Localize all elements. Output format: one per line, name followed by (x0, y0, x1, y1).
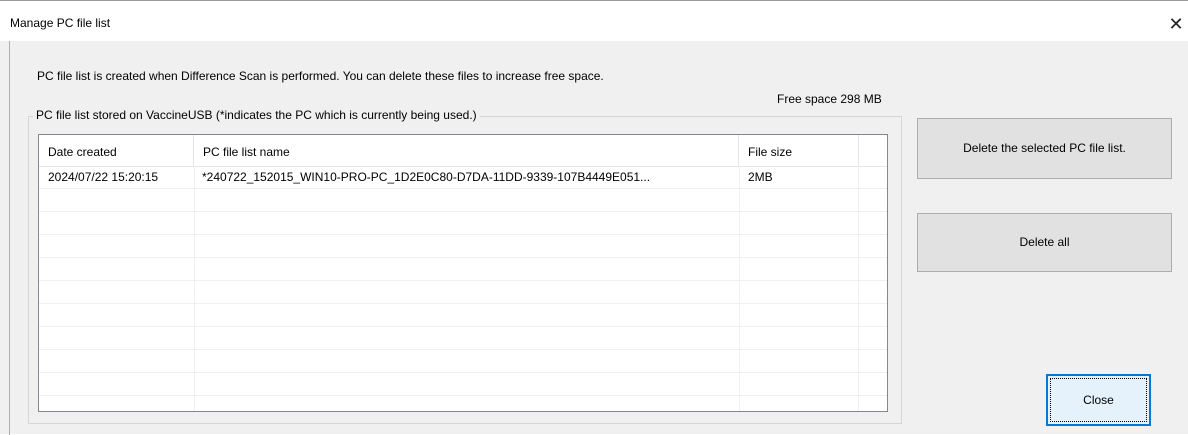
column-header-file-list-name[interactable]: PC file list name (194, 135, 739, 166)
title-bar: Manage PC file list ✕ (0, 1, 1188, 41)
empty-row (39, 189, 887, 212)
empty-row (39, 281, 887, 304)
info-text: PC file list is created when Difference … (37, 69, 604, 83)
table-row[interactable]: 2024/07/22 15:20:15 *240722_152015_WIN10… (39, 166, 887, 189)
cell-file-list-name: *240722_152015_WIN10-PRO-PC_1D2E0C80-D7D… (202, 170, 651, 184)
window-left-border (9, 41, 10, 435)
empty-row (39, 396, 887, 411)
column-header-file-size[interactable]: File size (739, 135, 859, 166)
empty-row (39, 258, 887, 281)
empty-row (39, 304, 887, 327)
empty-row (39, 373, 887, 396)
list-header: Date created PC file list name File size (39, 135, 887, 167)
cell-file-size: 2MB (748, 170, 773, 184)
close-icon[interactable]: ✕ (1164, 9, 1188, 39)
empty-row (39, 212, 887, 235)
empty-row (39, 350, 887, 373)
close-button[interactable]: Close (1046, 374, 1151, 426)
free-space-label: Free space 298 MB (777, 92, 882, 106)
column-header-date-created[interactable]: Date created (39, 135, 194, 166)
delete-all-button[interactable]: Delete all (917, 213, 1172, 272)
cell-date-created: 2024/07/22 15:20:15 (48, 170, 159, 184)
close-button-label: Close (1083, 393, 1114, 407)
window-title: Manage PC file list (10, 16, 111, 30)
file-list-group-label: PC file list stored on VaccineUSB (*indi… (33, 108, 480, 122)
empty-row (39, 235, 887, 258)
manage-pc-file-list-dialog: Manage PC file list ✕ PC file list is cr… (0, 0, 1188, 435)
empty-row (39, 327, 887, 350)
delete-selected-button[interactable]: Delete the selected PC file list. (917, 118, 1172, 179)
pc-file-list-view[interactable]: Date created PC file list name File size… (38, 134, 888, 412)
